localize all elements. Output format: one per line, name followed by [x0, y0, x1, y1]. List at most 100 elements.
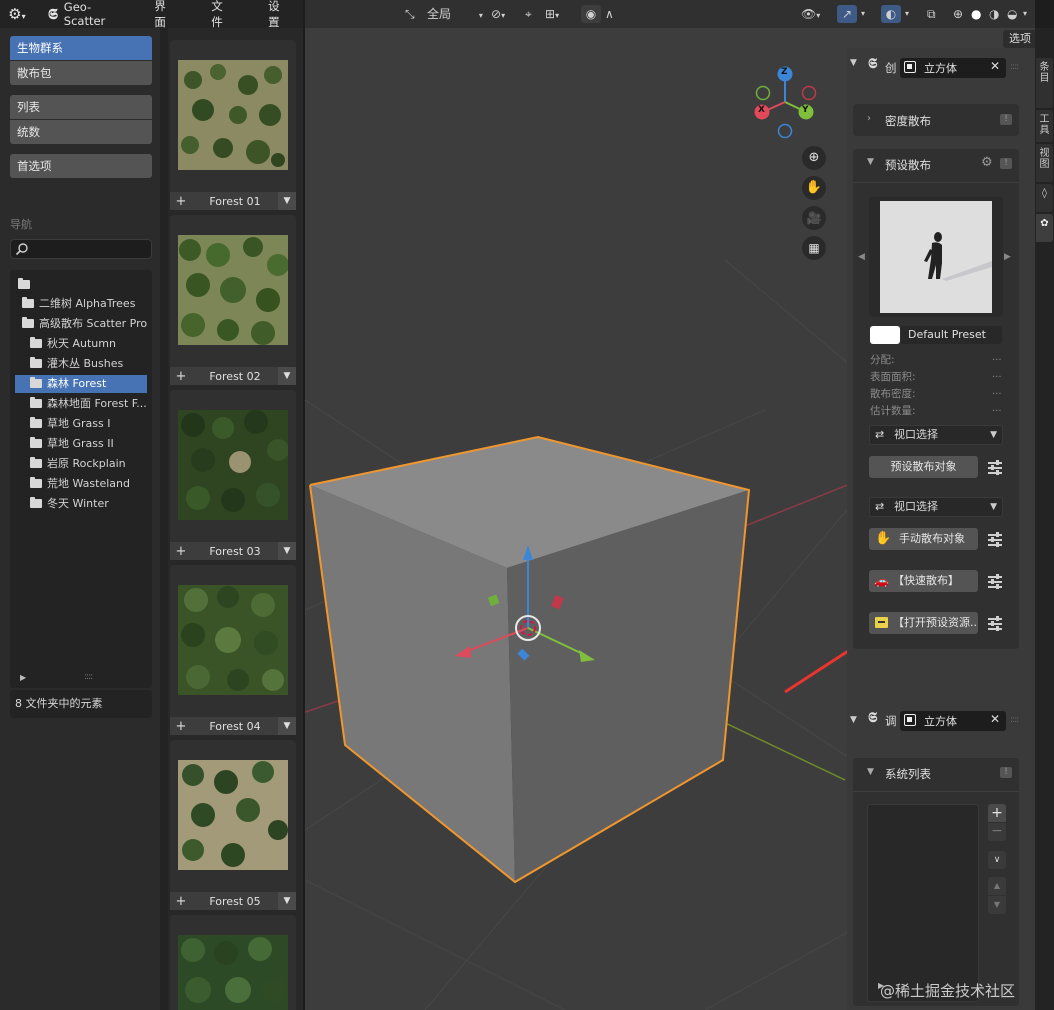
thumbnail-card[interactable]: + Forest 04 ▼	[170, 565, 296, 735]
thumbnail-card[interactable]	[170, 915, 296, 1010]
target-object-field[interactable]: 立方体 ✕	[900, 711, 1006, 731]
nav-scatter-packs-button[interactable]: 散布包	[10, 61, 152, 85]
menu-interface[interactable]: 界面	[144, 0, 189, 30]
add-icon[interactable]: +	[170, 369, 192, 384]
chevron-down-icon[interactable]: ▼	[867, 767, 874, 777]
pan-hand-icon[interactable]: ✋	[802, 176, 826, 200]
manual-scatter-button[interactable]: ✋ 手动散布对象	[869, 528, 978, 550]
thumbnail-card[interactable]: + Forest 05 ▼	[170, 740, 296, 910]
viewport-selection-dropdown-2[interactable]: ⇄ 视口选择 ▼	[869, 497, 1003, 517]
tree-item-bushes[interactable]: 灌木丛 Bushes	[30, 355, 123, 373]
shading-dropdown-icon[interactable]: ▾	[1023, 5, 1027, 23]
quick-scatter-button[interactable]: 🚗 【快速散布】	[869, 570, 978, 592]
expand-triangle-icon[interactable]: ▶	[20, 673, 26, 682]
chevron-down-icon[interactable]: ▼	[278, 892, 296, 910]
thumbnail-card[interactable]: + Forest 01 ▼	[170, 40, 296, 210]
target-object-field[interactable]: 立方体 ✕	[900, 58, 1006, 78]
tree-item-grass-1[interactable]: 草地 Grass I	[30, 415, 111, 433]
add-icon[interactable]: +	[170, 719, 192, 734]
tree-item-grass-2[interactable]: 草地 Grass II	[30, 435, 114, 453]
options-dropdown[interactable]: 选项	[1003, 30, 1035, 48]
drag-handle-icon[interactable]: ::::	[1010, 715, 1019, 725]
gizmo-dropdown-icon[interactable]: ▾	[861, 5, 865, 23]
nav-stats-button[interactable]: 统数	[10, 120, 152, 144]
chevron-down-icon[interactable]: ▼	[278, 192, 296, 210]
add-icon[interactable]: +	[170, 894, 192, 909]
menu-settings[interactable]: 设置	[246, 0, 303, 30]
nav-biomes-button[interactable]: 生物群系	[10, 36, 152, 60]
add-icon[interactable]: +	[170, 194, 192, 209]
rendered-shading-icon[interactable]: ◒	[1007, 5, 1017, 23]
leaf-icon[interactable]: ◊	[1036, 184, 1053, 212]
chevron-down-icon[interactable]: ▼	[867, 157, 874, 167]
material-shading-icon[interactable]: ◑	[989, 5, 999, 23]
move-down-icon[interactable]: ▼	[988, 896, 1006, 914]
root-folder-icon[interactable]	[18, 276, 35, 294]
remove-icon[interactable]: −	[988, 823, 1006, 841]
system-list[interactable]: ▶	[867, 804, 979, 1002]
chevron-right-icon[interactable]: ›	[867, 113, 871, 124]
resize-handle-icon[interactable]: ::::	[84, 672, 93, 682]
tree-item-wasteland[interactable]: 荒地 Wasteland	[30, 475, 130, 493]
tree-item-autumn[interactable]: 秋天 Autumn	[30, 335, 116, 353]
grid-perspective-icon[interactable]: ▦	[802, 236, 826, 260]
next-preset-icon[interactable]: ▶	[1004, 252, 1011, 262]
info-icon[interactable]: !	[1000, 158, 1012, 169]
nav-list-button[interactable]: 列表	[10, 95, 152, 119]
info-icon[interactable]: !	[1000, 114, 1012, 125]
preset-name-field[interactable]: Default Preset	[901, 326, 1002, 344]
geo-scatter-tab-icon[interactable]: ✿	[1036, 214, 1053, 242]
viewport-selection-dropdown-1[interactable]: ⇄ 视口选择 ▼	[869, 425, 1003, 445]
gear-icon[interactable]: ⚙▾	[0, 5, 34, 23]
tab-tool[interactable]: 工具	[1036, 110, 1053, 142]
tree-item-scatter-pro[interactable]: 高级散布 Scatter Pro	[22, 315, 147, 333]
preset-scatter-button[interactable]: 预设散布对象	[869, 456, 978, 478]
navigation-gizmo[interactable]: Z X Y	[750, 62, 825, 142]
chevron-down-icon[interactable]: ∨	[988, 851, 1006, 869]
gear-icon[interactable]: ⚙	[981, 155, 993, 170]
settings-sliders-icon[interactable]	[987, 460, 1003, 475]
info-icon[interactable]: !	[1000, 767, 1012, 778]
thumbnail-card[interactable]: + Forest 03 ▼	[170, 390, 296, 560]
overlay-toggle-icon[interactable]: ◐	[881, 5, 901, 23]
camera-icon[interactable]: 🎥	[802, 206, 826, 230]
chevron-down-icon[interactable]: ▼	[850, 58, 862, 68]
visibility-eye-icon[interactable]: 👁▾	[801, 5, 820, 23]
chevron-down-icon[interactable]: ▼	[850, 715, 857, 725]
density-scatter-panel[interactable]: › 密度散布 !	[853, 104, 1019, 136]
falloff-icon[interactable]: ∧	[605, 5, 614, 23]
preset-color-swatch[interactable]	[870, 326, 900, 344]
nav-preferences-button[interactable]: 首选项	[10, 154, 152, 178]
chevron-down-icon[interactable]: ▼	[278, 717, 296, 735]
wireframe-shading-icon[interactable]: ⊕	[953, 5, 963, 23]
settings-sliders-icon[interactable]	[987, 616, 1003, 631]
drag-handle-icon[interactable]: ::::	[1010, 62, 1019, 72]
add-icon[interactable]: +	[988, 804, 1006, 822]
move-up-icon[interactable]: ▲	[988, 877, 1006, 895]
tree-item-rockplain[interactable]: 岩原 Rockplain	[30, 455, 126, 473]
close-icon[interactable]: ✕	[990, 712, 1000, 726]
preset-preview-frame[interactable]	[869, 197, 1003, 317]
transform-space-dropdown[interactable]: 全局 ▾	[427, 5, 483, 23]
menu-file[interactable]: 文件	[189, 0, 246, 30]
close-icon[interactable]: ✕	[990, 59, 1000, 73]
snap-icon[interactable]: ⌖	[525, 5, 532, 23]
snap-increment-icon[interactable]: ⊞▾	[545, 5, 559, 23]
chevron-down-icon[interactable]: ▼	[278, 367, 296, 385]
thumbnail-card[interactable]: + Forest 02 ▼	[170, 215, 296, 385]
xray-icon[interactable]: ⧉	[927, 5, 936, 23]
transform-orientation-icon[interactable]: ⤡	[405, 5, 415, 23]
settings-sliders-icon[interactable]	[987, 574, 1003, 589]
overlay-dropdown-icon[interactable]: ▾	[905, 5, 909, 23]
settings-sliders-icon[interactable]	[987, 532, 1003, 547]
solid-shading-icon[interactable]: ●	[971, 5, 981, 23]
tab-view[interactable]: 视图	[1036, 144, 1053, 182]
proportional-edit-icon[interactable]: ◉	[581, 5, 601, 23]
tree-item-forest[interactable]: 森林 Forest	[15, 375, 147, 393]
gizmo-toggle-icon[interactable]: ↗	[837, 5, 857, 23]
search-input[interactable]	[10, 239, 152, 259]
open-preset-assets-button[interactable]: 【打开预设资源...	[869, 612, 978, 634]
previous-preset-icon[interactable]: ◀	[858, 252, 865, 262]
tree-item-winter[interactable]: 冬天 Winter	[30, 495, 109, 513]
zoom-icon[interactable]: ⊕	[802, 146, 826, 170]
